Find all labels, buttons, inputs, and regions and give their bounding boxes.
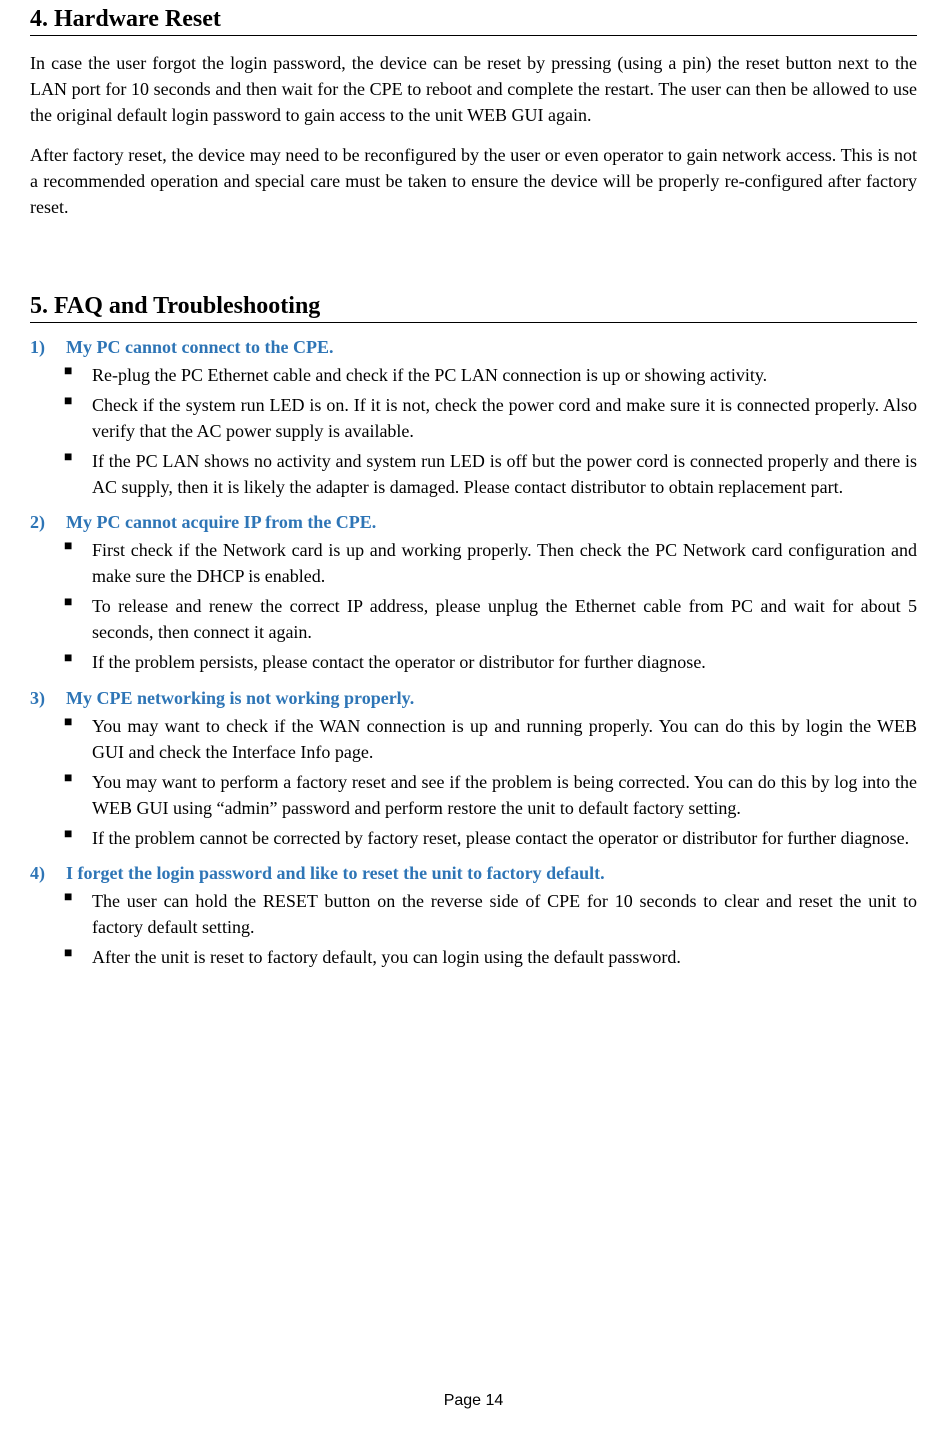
section-heading-faq: 5. FAQ and Troubleshooting xyxy=(30,293,917,323)
faq-bullet: If the problem persists, please contact … xyxy=(64,649,917,675)
faq-bullet: Re-plug the PC Ethernet cable and check … xyxy=(64,362,917,388)
faq-bullets: Re-plug the PC Ethernet cable and check … xyxy=(64,362,917,500)
faq-bullet: The user can hold the RESET button on th… xyxy=(64,888,917,940)
faq-bullet: After the unit is reset to factory defau… xyxy=(64,944,917,970)
para-hardware-reset-2: After factory reset, the device may need… xyxy=(30,142,917,220)
faq-item-1: 1) My PC cannot connect to the CPE. Re-p… xyxy=(30,337,917,500)
faq-bullet: You may want to perform a factory reset … xyxy=(64,769,917,821)
faq-bullets: You may want to check if the WAN connect… xyxy=(64,713,917,851)
section-heading-hardware-reset: 4. Hardware Reset xyxy=(30,6,917,36)
faq-number: 2) xyxy=(30,512,62,533)
faq-bullet: You may want to check if the WAN connect… xyxy=(64,713,917,765)
faq-title: I forget the login password and like to … xyxy=(66,863,605,883)
faq-bullet: If the PC LAN shows no activity and syst… xyxy=(64,448,917,500)
faq-item-3: 3) My CPE networking is not working prop… xyxy=(30,688,917,851)
faq-bullet: To release and renew the correct IP addr… xyxy=(64,593,917,645)
faq-number: 4) xyxy=(30,863,62,884)
faq-bullets: First check if the Network card is up an… xyxy=(64,537,917,675)
faq-bullets: The user can hold the RESET button on th… xyxy=(64,888,917,970)
faq-item-2: 2) My PC cannot acquire IP from the CPE.… xyxy=(30,512,917,675)
faq-bullet: First check if the Network card is up an… xyxy=(64,537,917,589)
page-footer: Page 14 xyxy=(0,1392,947,1410)
faq-bullet: If the problem cannot be corrected by fa… xyxy=(64,825,917,851)
faq-number: 1) xyxy=(30,337,62,358)
para-hardware-reset-1: In case the user forgot the login passwo… xyxy=(30,50,917,128)
faq-item-4: 4) I forget the login password and like … xyxy=(30,863,917,970)
faq-number: 3) xyxy=(30,688,62,709)
faq-title: My PC cannot connect to the CPE. xyxy=(66,337,333,357)
faq-title: My PC cannot acquire IP from the CPE. xyxy=(66,512,376,532)
faq-bullet: Check if the system run LED is on. If it… xyxy=(64,392,917,444)
faq-title: My CPE networking is not working properl… xyxy=(66,688,414,708)
